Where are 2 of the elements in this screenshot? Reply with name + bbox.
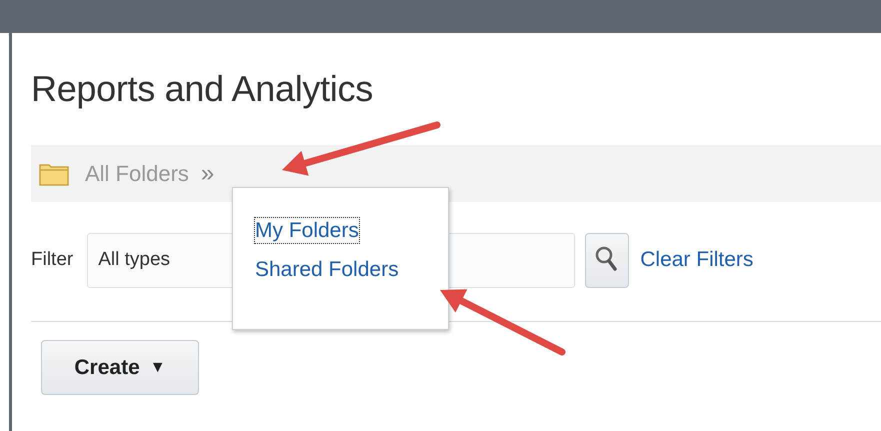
page-title: Reports and Analytics: [31, 67, 374, 111]
filter-label: Filter: [31, 248, 74, 272]
